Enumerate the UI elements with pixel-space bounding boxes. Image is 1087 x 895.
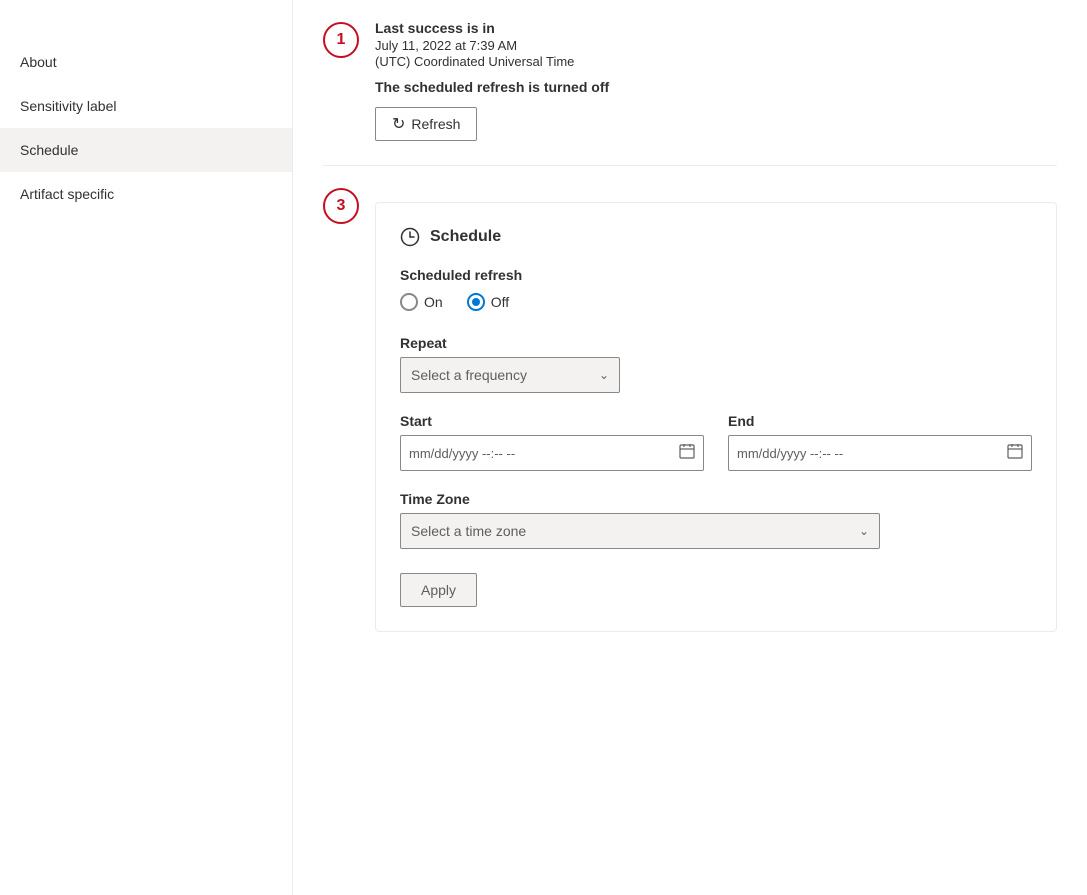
refresh-button-label: Refresh <box>411 116 460 132</box>
start-label: Start <box>400 413 704 429</box>
radio-off-label: Off <box>491 294 509 310</box>
repeat-label: Repeat <box>400 335 1032 351</box>
schedule-card-header: Schedule <box>400 227 1032 247</box>
radio-on[interactable]: On <box>400 293 443 311</box>
last-success-time: July 11, 2022 at 7:39 AM <box>375 38 1057 53</box>
sidebar-item-sensitivity-label[interactable]: Sensitivity label <box>0 84 292 128</box>
radio-on-label: On <box>424 294 443 310</box>
last-success-title: Last success is in <box>375 20 1057 36</box>
radio-off-circle <box>467 293 485 311</box>
start-field: Start mm/dd/yyyy --:-- -- <box>400 413 704 471</box>
datetime-row: Start mm/dd/yyyy --:-- -- <box>400 413 1032 471</box>
end-calendar-icon[interactable] <box>1007 443 1023 464</box>
repeat-dropdown-arrow: ⌄ <box>599 368 609 382</box>
step1-badge: 1 <box>323 22 359 58</box>
start-input[interactable]: mm/dd/yyyy --:-- -- <box>400 435 704 471</box>
sidebar-item-artifact-specific[interactable]: Artifact specific <box>0 172 292 216</box>
step1-section: 1 Last success is in July 11, 2022 at 7:… <box>323 20 1057 141</box>
schedule-card: Schedule Scheduled refresh On <box>375 202 1057 632</box>
page-layout: About Sensitivity label Schedule Artifac… <box>0 0 1087 895</box>
timezone-label: Time Zone <box>400 491 1032 507</box>
start-placeholder: mm/dd/yyyy --:-- -- <box>409 446 679 461</box>
scheduled-refresh-label: Scheduled refresh <box>400 267 1032 283</box>
repeat-dropdown[interactable]: Select a frequency ⌄ <box>400 357 620 393</box>
radio-on-circle <box>400 293 418 311</box>
clock-icon <box>400 227 420 247</box>
timezone-placeholder: Select a time zone <box>411 523 526 539</box>
sidebar-item-schedule[interactable]: Schedule <box>0 128 292 172</box>
radio-off-dot <box>472 298 480 306</box>
step1-content: Last success is in July 11, 2022 at 7:39… <box>375 20 1057 141</box>
refresh-button[interactable]: ↻ Refresh <box>375 107 477 141</box>
end-input[interactable]: mm/dd/yyyy --:-- -- <box>728 435 1032 471</box>
apply-button-label: Apply <box>421 582 456 598</box>
end-label: End <box>728 413 1032 429</box>
repeat-placeholder: Select a frequency <box>411 367 527 383</box>
sidebar: About Sensitivity label Schedule Artifac… <box>0 0 293 895</box>
timezone-dropdown[interactable]: Select a time zone ⌄ <box>400 513 880 549</box>
step3-badge: 3 <box>323 188 359 224</box>
apply-button[interactable]: Apply <box>400 573 477 607</box>
timezone-dropdown-arrow: ⌄ <box>859 524 869 538</box>
divider-1 <box>323 165 1057 166</box>
scheduled-refresh-radio-group: On Off <box>400 293 1032 311</box>
last-success-tz: (UTC) Coordinated Universal Time <box>375 54 1057 69</box>
main-content: 1 Last success is in July 11, 2022 at 7:… <box>293 0 1087 895</box>
schedule-card-title: Schedule <box>430 228 501 246</box>
step3-section: 3 Schedule Scheduled refresh <box>323 186 1057 632</box>
start-calendar-icon[interactable] <box>679 443 695 464</box>
scheduled-status-text: The scheduled refresh is turned off <box>375 79 1057 95</box>
step3-content: Schedule Scheduled refresh On <box>375 186 1057 632</box>
refresh-icon: ↻ <box>392 114 405 134</box>
end-field: End mm/dd/yyyy --:-- -- <box>728 413 1032 471</box>
radio-off[interactable]: Off <box>467 293 509 311</box>
end-placeholder: mm/dd/yyyy --:-- -- <box>737 446 1007 461</box>
sidebar-item-about[interactable]: About <box>0 40 292 84</box>
